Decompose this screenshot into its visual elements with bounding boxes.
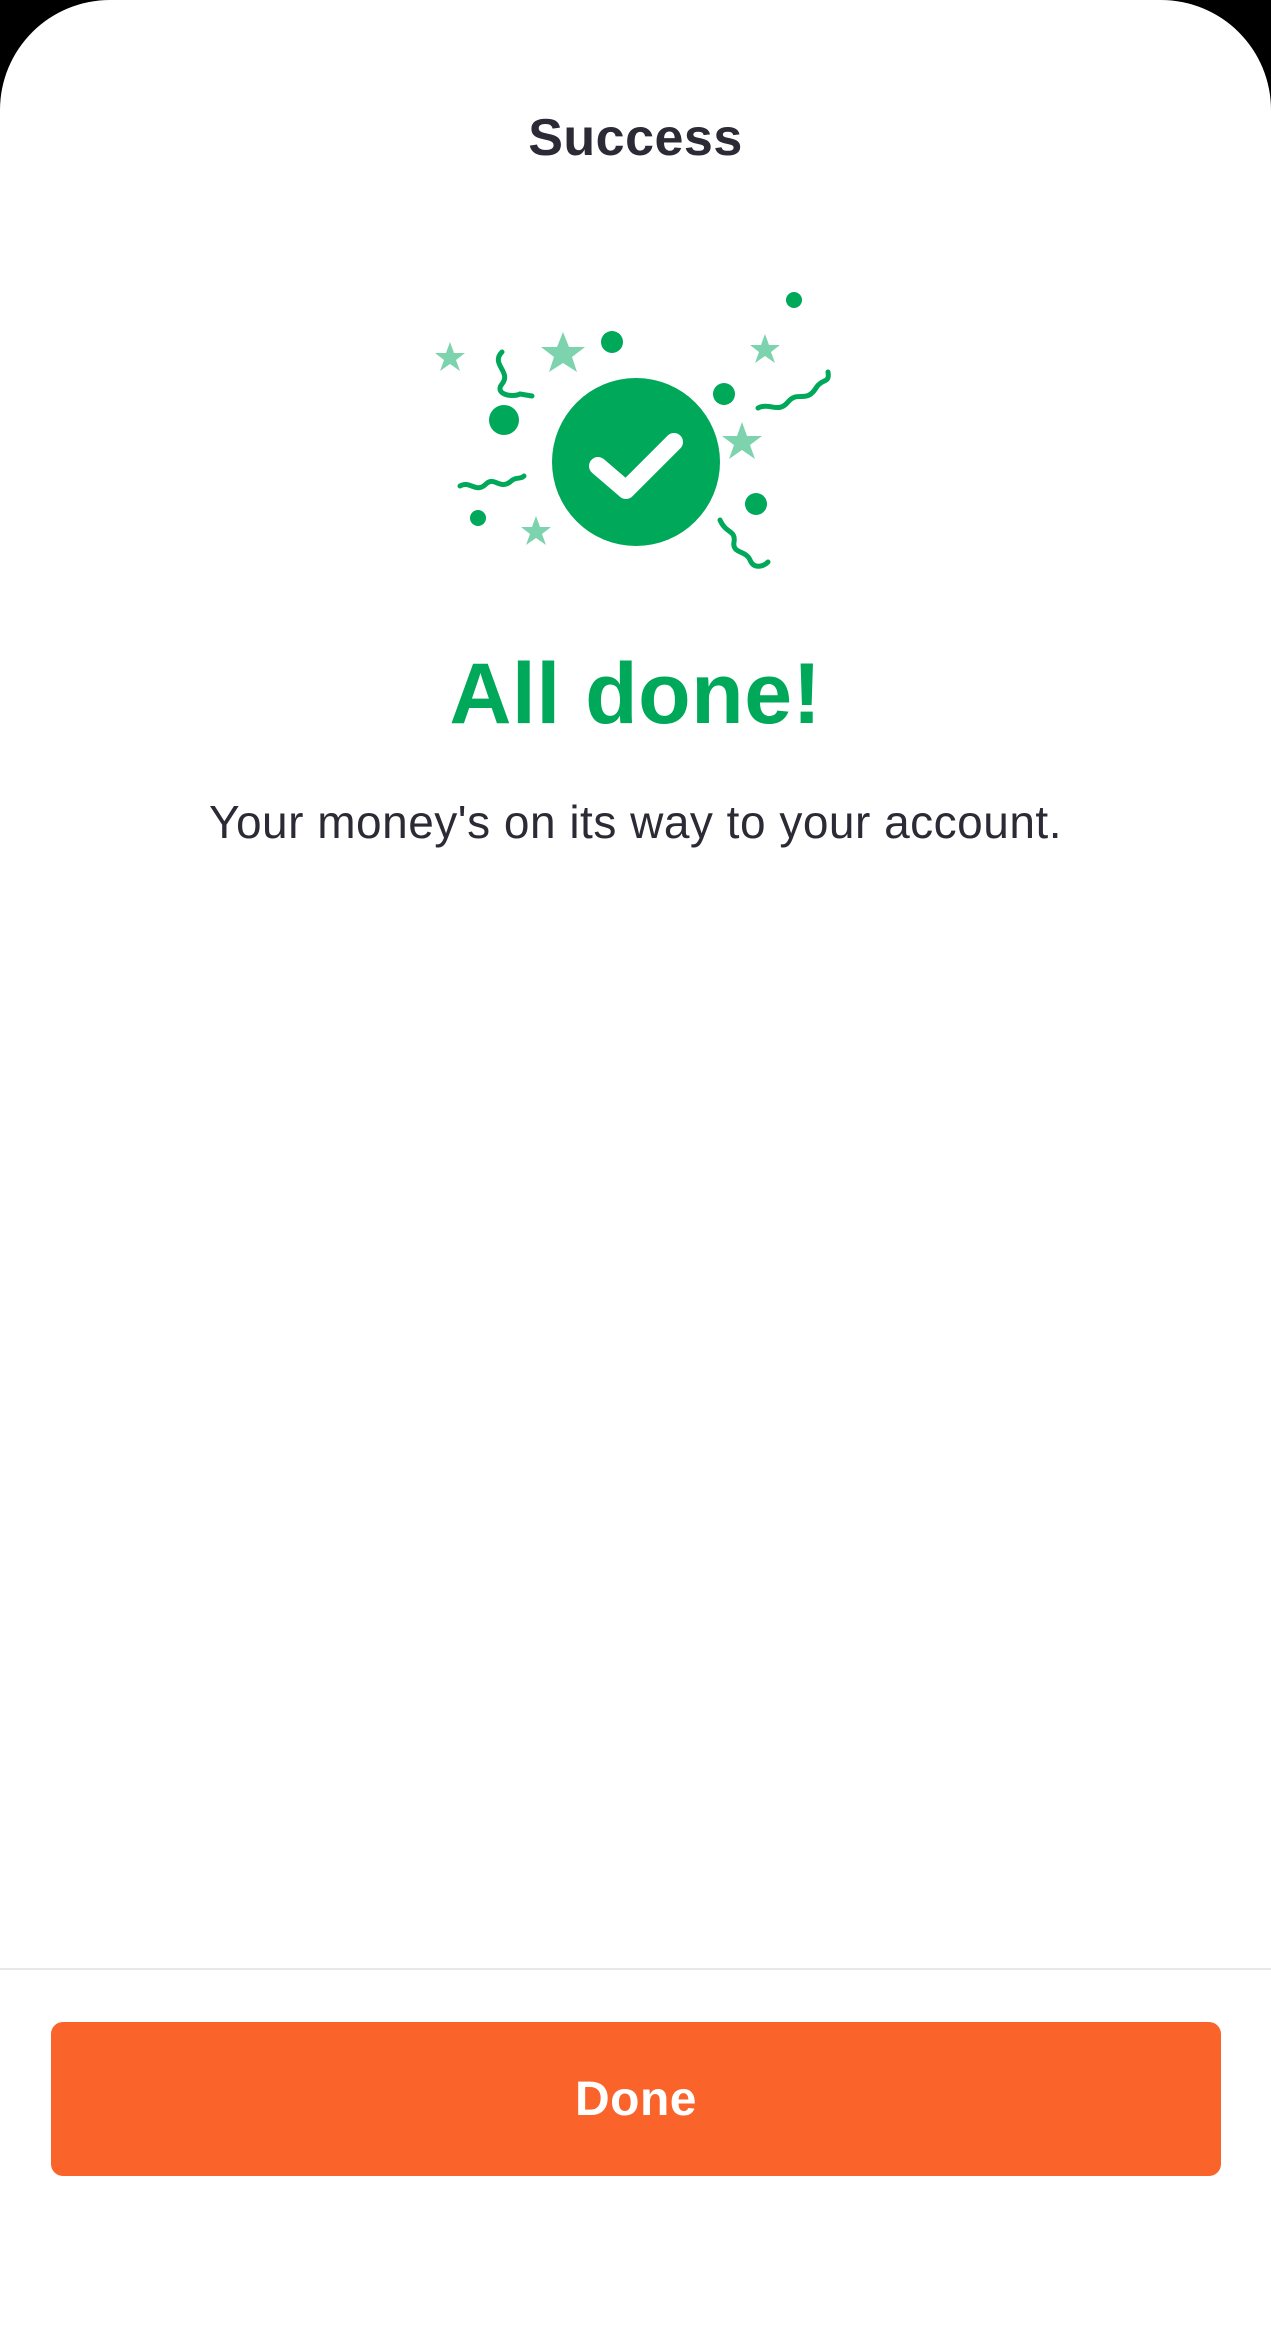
- done-button[interactable]: Done: [51, 2022, 1221, 2176]
- success-sheet: Success All done! Your money's on its wa…: [0, 0, 1271, 2334]
- page-title: Success: [528, 109, 743, 167]
- footer-divider: [0, 1968, 1271, 1970]
- success-headline: All done!: [449, 646, 822, 742]
- success-check-confetti-icon: [435, 292, 831, 569]
- success-message: Your money's on its way to your account.: [209, 796, 1062, 848]
